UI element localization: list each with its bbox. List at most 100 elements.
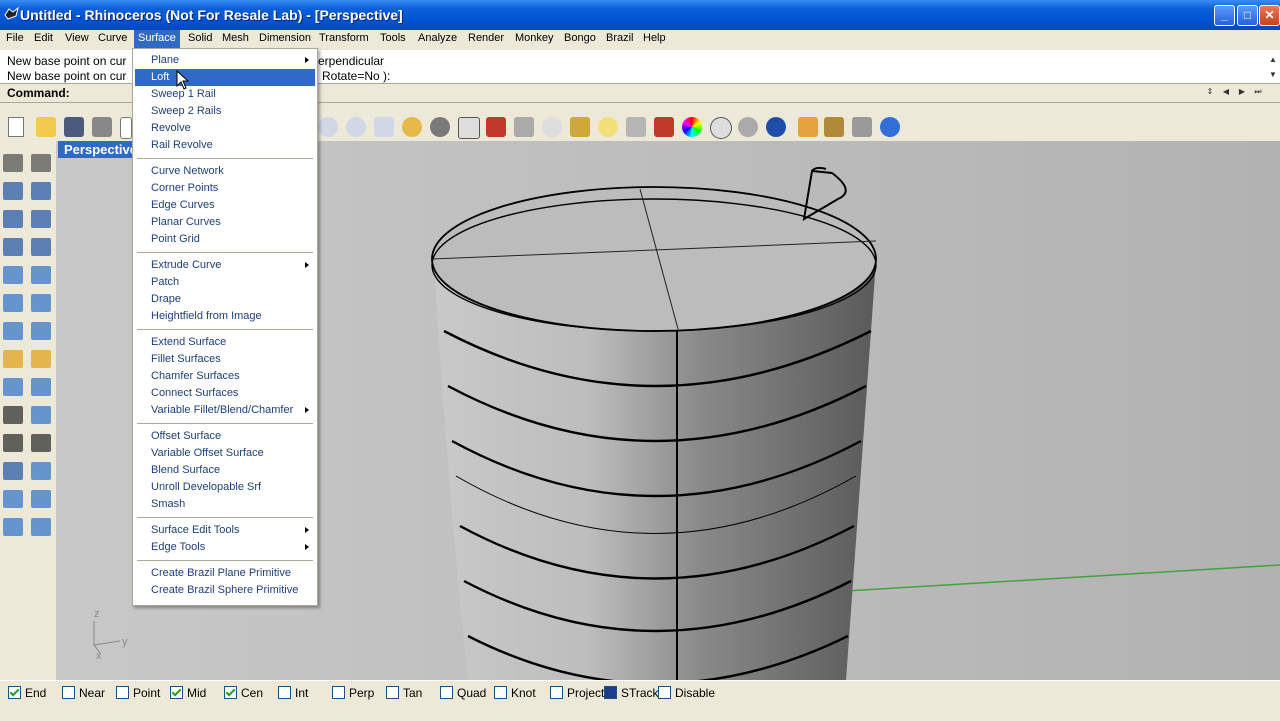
menu-item-variable-fillet-blend-chamfer[interactable]: Variable Fillet/Blend/Chamfer bbox=[135, 402, 315, 419]
close-button[interactable]: ✕ bbox=[1259, 5, 1280, 26]
checkbox[interactable] bbox=[494, 686, 507, 699]
sphere-icon[interactable] bbox=[31, 350, 51, 368]
menu-item-create-brazil-sphere-primitive[interactable]: Create Brazil Sphere Primitive bbox=[135, 582, 315, 599]
offset-icon[interactable] bbox=[3, 294, 23, 312]
array-icon[interactable] bbox=[31, 490, 51, 508]
checkbox[interactable] bbox=[116, 686, 129, 699]
menu-item-corner-points[interactable]: Corner Points bbox=[135, 180, 315, 197]
loft-icon[interactable] bbox=[31, 322, 51, 340]
menu-mesh[interactable]: Mesh bbox=[218, 30, 253, 48]
menu-item-fillet-surfaces[interactable]: Fillet Surfaces bbox=[135, 351, 315, 368]
checkbox[interactable] bbox=[658, 686, 671, 699]
menu-curve[interactable]: Curve bbox=[94, 30, 131, 48]
select-arrow-icon[interactable] bbox=[3, 154, 23, 172]
extend-icon[interactable] bbox=[31, 294, 51, 312]
fillet-curve-icon[interactable] bbox=[31, 266, 51, 284]
osnap-int[interactable]: Int bbox=[278, 686, 308, 700]
prompt-fwd-icon[interactable]: ▶ bbox=[1236, 86, 1248, 98]
menu-item-heightfield-from-image[interactable]: Heightfield from Image bbox=[135, 308, 315, 325]
light-bulb-icon[interactable] bbox=[598, 117, 618, 137]
polygon-icon[interactable] bbox=[3, 238, 23, 256]
checkbox[interactable] bbox=[332, 686, 345, 699]
menu-item-sweep-2-rails[interactable]: Sweep 2 Rails bbox=[135, 103, 315, 120]
menu-file[interactable]: File bbox=[2, 30, 28, 48]
osnap-end[interactable]: End bbox=[8, 686, 46, 700]
menu-item-edge-curves[interactable]: Edge Curves bbox=[135, 197, 315, 214]
car-icon[interactable] bbox=[486, 117, 506, 137]
osnap-point[interactable]: Point bbox=[116, 686, 160, 700]
checkbox[interactable] bbox=[224, 686, 237, 699]
zoom-selected-icon[interactable] bbox=[402, 117, 422, 137]
menu-item-offset-surface[interactable]: Offset Surface bbox=[135, 428, 315, 445]
boolean-icon[interactable] bbox=[3, 406, 23, 424]
prompt-back-icon[interactable]: ◀ bbox=[1220, 86, 1232, 98]
group-icon[interactable] bbox=[31, 462, 51, 480]
menu-solid[interactable]: Solid bbox=[184, 30, 216, 48]
print-icon[interactable] bbox=[92, 117, 112, 137]
prompt-end-icon[interactable]: ⏭ bbox=[1252, 86, 1264, 98]
render-sphere-icon[interactable] bbox=[766, 117, 786, 137]
text-icon[interactable] bbox=[3, 490, 23, 508]
plane-icon[interactable] bbox=[31, 378, 51, 396]
color-wheel-icon[interactable] bbox=[682, 117, 702, 137]
polyline-icon[interactable] bbox=[3, 182, 23, 200]
help-icon[interactable] bbox=[880, 117, 900, 137]
menu-transform[interactable]: Transform bbox=[315, 30, 373, 48]
menu-item-rail-revolve[interactable]: Rail Revolve bbox=[135, 137, 315, 154]
import-icon[interactable] bbox=[120, 117, 132, 139]
block-icon[interactable] bbox=[3, 518, 23, 536]
menu-item-variable-offset-surface[interactable]: Variable Offset Surface bbox=[135, 445, 315, 462]
zoom-dynamic-icon[interactable] bbox=[346, 117, 366, 137]
menu-item-patch[interactable]: Patch bbox=[135, 274, 315, 291]
menu-dimension[interactable]: Dimension bbox=[255, 30, 315, 48]
osnap-quad[interactable]: Quad bbox=[440, 686, 486, 700]
rotate-view-icon[interactable] bbox=[430, 117, 450, 137]
checkbox[interactable] bbox=[170, 686, 183, 699]
dimension-icon[interactable] bbox=[31, 518, 51, 536]
split-icon[interactable] bbox=[31, 434, 51, 452]
history-scroll-up[interactable]: ▲ bbox=[1267, 54, 1279, 66]
grid-snap-icon[interactable] bbox=[514, 117, 534, 137]
menu-item-loft[interactable]: Loft bbox=[135, 69, 315, 86]
menu-item-edge-tools[interactable]: Edge Tools bbox=[135, 539, 315, 556]
menu-render[interactable]: Render bbox=[464, 30, 508, 48]
menu-brazil[interactable]: Brazil bbox=[602, 30, 638, 48]
menu-tools[interactable]: Tools bbox=[376, 30, 410, 48]
osnap-near[interactable]: Near bbox=[62, 686, 105, 700]
menu-item-extrude-curve[interactable]: Extrude Curve bbox=[135, 257, 315, 274]
osnap-perp[interactable]: Perp bbox=[332, 686, 374, 700]
osnap-cen[interactable]: Cen bbox=[224, 686, 263, 700]
osnap-project[interactable]: Project bbox=[550, 686, 604, 700]
menu-item-curve-network[interactable]: Curve Network bbox=[135, 163, 315, 180]
menu-item-unroll-developable-srf[interactable]: Unroll Developable Srf bbox=[135, 479, 315, 496]
menu-item-chamfer-surfaces[interactable]: Chamfer Surfaces bbox=[135, 368, 315, 385]
lock-icon[interactable] bbox=[626, 117, 646, 137]
menu-help[interactable]: Help bbox=[639, 30, 670, 48]
zoom-extents-icon[interactable] bbox=[374, 117, 394, 137]
rectangle-icon[interactable] bbox=[31, 238, 51, 256]
arc-icon[interactable] bbox=[3, 266, 23, 284]
four-viewports-icon[interactable] bbox=[458, 117, 480, 139]
menu-item-revolve[interactable]: Revolve bbox=[135, 120, 315, 137]
zoom-window-icon[interactable] bbox=[318, 117, 338, 137]
curve-icon[interactable] bbox=[31, 182, 51, 200]
new-file-icon[interactable] bbox=[8, 117, 24, 137]
cylinder-icon[interactable] bbox=[3, 378, 23, 396]
menu-item-surface-edit-tools[interactable]: Surface Edit Tools bbox=[135, 522, 315, 539]
osnap-strack[interactable]: STrack bbox=[604, 686, 659, 700]
menu-item-create-brazil-plane-primitive[interactable]: Create Brazil Plane Primitive bbox=[135, 565, 315, 582]
menu-item-point-grid[interactable]: Point Grid bbox=[135, 231, 315, 248]
checkbox[interactable] bbox=[62, 686, 75, 699]
circle-icon[interactable] bbox=[3, 210, 23, 228]
viewport-title[interactable]: Perspective bbox=[58, 141, 143, 158]
menu-item-extend-surface[interactable]: Extend Surface bbox=[135, 334, 315, 351]
open-folder-icon[interactable] bbox=[36, 117, 56, 137]
osnap-disable[interactable]: Disable bbox=[658, 686, 715, 700]
ellipse-icon[interactable] bbox=[31, 210, 51, 228]
osnap-icon[interactable] bbox=[570, 117, 590, 137]
menu-surface[interactable]: Surface bbox=[134, 30, 180, 48]
join-icon[interactable] bbox=[3, 462, 23, 480]
checkbox[interactable] bbox=[440, 686, 453, 699]
checkbox[interactable] bbox=[8, 686, 21, 699]
osnap-mid[interactable]: Mid bbox=[170, 686, 206, 700]
